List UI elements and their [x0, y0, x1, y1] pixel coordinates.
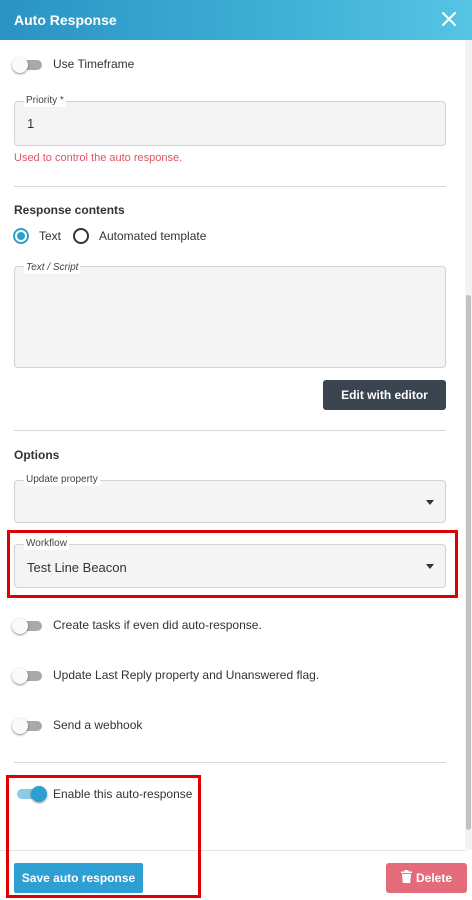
workflow-highlight-box: [7, 530, 458, 598]
priority-label: Priority *: [24, 95, 66, 107]
panel-title: Auto Response: [14, 12, 117, 28]
edit-with-editor-button[interactable]: Edit with editor: [323, 380, 446, 410]
close-icon[interactable]: [436, 6, 462, 32]
update-property-label: Update property: [24, 474, 100, 486]
chevron-down-icon: [426, 500, 434, 505]
divider: [14, 430, 446, 431]
use-timeframe-toggle[interactable]: [12, 57, 44, 73]
update-last-reply-toggle[interactable]: [12, 668, 44, 684]
automated-template-label: Automated template: [99, 229, 207, 243]
text-radio-label: Text: [39, 229, 62, 243]
text-radio[interactable]: [13, 228, 29, 244]
update-last-reply-label: Update Last Reply property and Unanswere…: [53, 668, 320, 682]
use-timeframe-label: Use Timeframe: [53, 57, 135, 71]
options-title: Options: [14, 448, 60, 462]
priority-value: 1: [27, 116, 35, 131]
create-tasks-label: Create tasks if even did auto-response.: [53, 618, 262, 632]
divider: [14, 186, 446, 187]
scrollbar-thumb[interactable]: [466, 295, 471, 830]
text-script-textarea[interactable]: [14, 266, 446, 368]
priority-helper-text: Used to control the auto response.: [14, 152, 183, 164]
trash-icon: [400, 870, 412, 886]
priority-field[interactable]: [14, 101, 446, 146]
create-tasks-toggle[interactable]: [12, 618, 44, 634]
automated-template-radio[interactable]: [73, 228, 89, 244]
delete-label: Delete: [415, 871, 453, 885]
divider: [14, 762, 446, 763]
send-webhook-toggle[interactable]: [12, 718, 44, 734]
delete-button[interactable]: Delete: [386, 863, 467, 893]
enable-save-highlight-box: [6, 775, 201, 898]
response-contents-title: Response contents: [14, 203, 125, 217]
panel-header: Auto Response: [0, 0, 472, 40]
send-webhook-label: Send a webhook: [53, 718, 143, 732]
update-property-select[interactable]: [14, 480, 446, 523]
text-script-label: Text / Script: [24, 262, 81, 274]
